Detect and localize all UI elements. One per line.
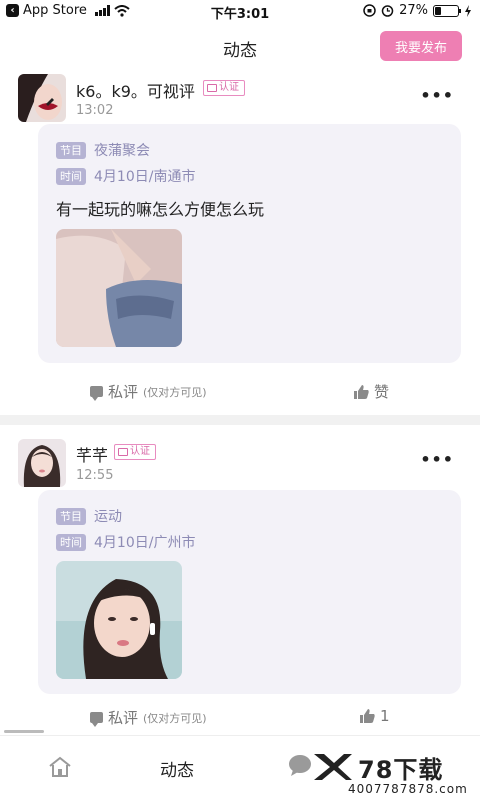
comment-icon: [90, 712, 103, 727]
battery-percent: 27%: [399, 3, 428, 18]
time-row: 时间 4月10日/广州市: [56, 532, 195, 552]
comment-label: 私评: [108, 709, 139, 727]
post-content-card[interactable]: 节目 运动 时间 4月10日/广州市: [38, 490, 461, 694]
like-button[interactable]: 1: [360, 707, 390, 725]
publish-button[interactable]: 我要发布: [380, 31, 462, 61]
watermark-url: 4007787878.com: [348, 782, 468, 796]
program-tag: 节目: [56, 141, 86, 159]
thumbs-up-icon: [360, 709, 375, 723]
post-time: 13:02: [76, 103, 114, 118]
tab-home[interactable]: [48, 756, 72, 782]
home-icon: [49, 756, 71, 777]
battery-icon: [433, 4, 461, 17]
comment-sub: (仅对方可见): [143, 385, 207, 399]
post-content-card[interactable]: 节目 夜蒲聚会 时间 4月10日/南通市 有一起玩的嘛怎么方便怎么玩: [38, 124, 461, 363]
more-options-button[interactable]: •••: [420, 86, 454, 105]
username[interactable]: 芊芊: [76, 442, 108, 466]
thumbs-up-icon: [354, 384, 369, 399]
like-count: 1: [380, 707, 390, 725]
avatar[interactable]: [18, 74, 66, 122]
program-row: 节目 夜蒲聚会: [56, 140, 150, 160]
time-place-value: 4月10日/南通市: [94, 169, 196, 185]
chat-bubble-icon: [289, 755, 311, 776]
program-value: 运动: [94, 509, 122, 525]
time-place-value: 4月10日/广州市: [94, 535, 196, 551]
watermark-logo-icon: [314, 754, 352, 780]
scroll-indicator: [4, 730, 44, 733]
alarm-icon: [381, 5, 394, 17]
verified-badge: 认证: [203, 80, 245, 96]
verified-label: 认证: [219, 82, 239, 93]
like-label: 赞: [374, 383, 390, 401]
post-photo[interactable]: [56, 229, 182, 347]
id-card-icon: [118, 448, 128, 456]
verified-label: 认证: [130, 446, 150, 457]
private-comment-button[interactable]: 私评 (仅对方可见): [90, 707, 207, 728]
header: 动态 我要发布: [0, 24, 480, 70]
watermark-text: 78下载: [358, 756, 444, 784]
id-card-icon: [207, 84, 217, 92]
status-bar: ‹ App Store 下午3:01 27%: [0, 0, 480, 24]
post-time: 12:55: [76, 468, 114, 483]
feed[interactable]: k6。k9。可视评 认证 13:02 ••• 节目 夜蒲聚会 时间 4月10日/…: [0, 70, 480, 735]
program-tag: 节目: [56, 507, 86, 525]
like-button[interactable]: 赞: [354, 381, 389, 402]
post-card: k6。k9。可视评 认证 13:02 ••• 节目 夜蒲聚会 时间 4月10日/…: [0, 70, 480, 410]
time-tag: 时间: [56, 167, 86, 185]
verified-badge: 认证: [114, 444, 156, 460]
avatar[interactable]: [18, 439, 66, 487]
tab-bar: 动态 78下载 4007787878.com: [0, 735, 480, 800]
program-value: 夜蒲聚会: [94, 143, 150, 159]
username[interactable]: k6。k9。可视评: [76, 78, 195, 102]
more-options-button[interactable]: •••: [420, 450, 454, 469]
charging-icon: [465, 4, 471, 17]
comment-label: 私评: [108, 383, 139, 401]
time-tag: 时间: [56, 533, 86, 551]
time-row: 时间 4月10日/南通市: [56, 166, 195, 186]
private-comment-button[interactable]: 私评 (仅对方可见): [90, 381, 207, 402]
post-card: 芊芊 认证 12:55 ••• 节目 运动 时间 4月10日/广州市 私评 (仅…: [0, 425, 480, 735]
post-photo[interactable]: [56, 561, 182, 679]
orientation-lock-icon: [363, 4, 376, 17]
comment-icon: [90, 386, 103, 401]
tab-messages[interactable]: [288, 754, 312, 780]
post-text: 有一起玩的嘛怎么方便怎么玩: [56, 200, 265, 219]
watermark: 78下载 4007787878.com: [310, 750, 470, 800]
post-divider: [0, 415, 480, 425]
tab-dynamic[interactable]: 动态: [160, 756, 194, 781]
comment-sub: (仅对方可见): [143, 711, 207, 725]
program-row: 节目 运动: [56, 506, 122, 526]
